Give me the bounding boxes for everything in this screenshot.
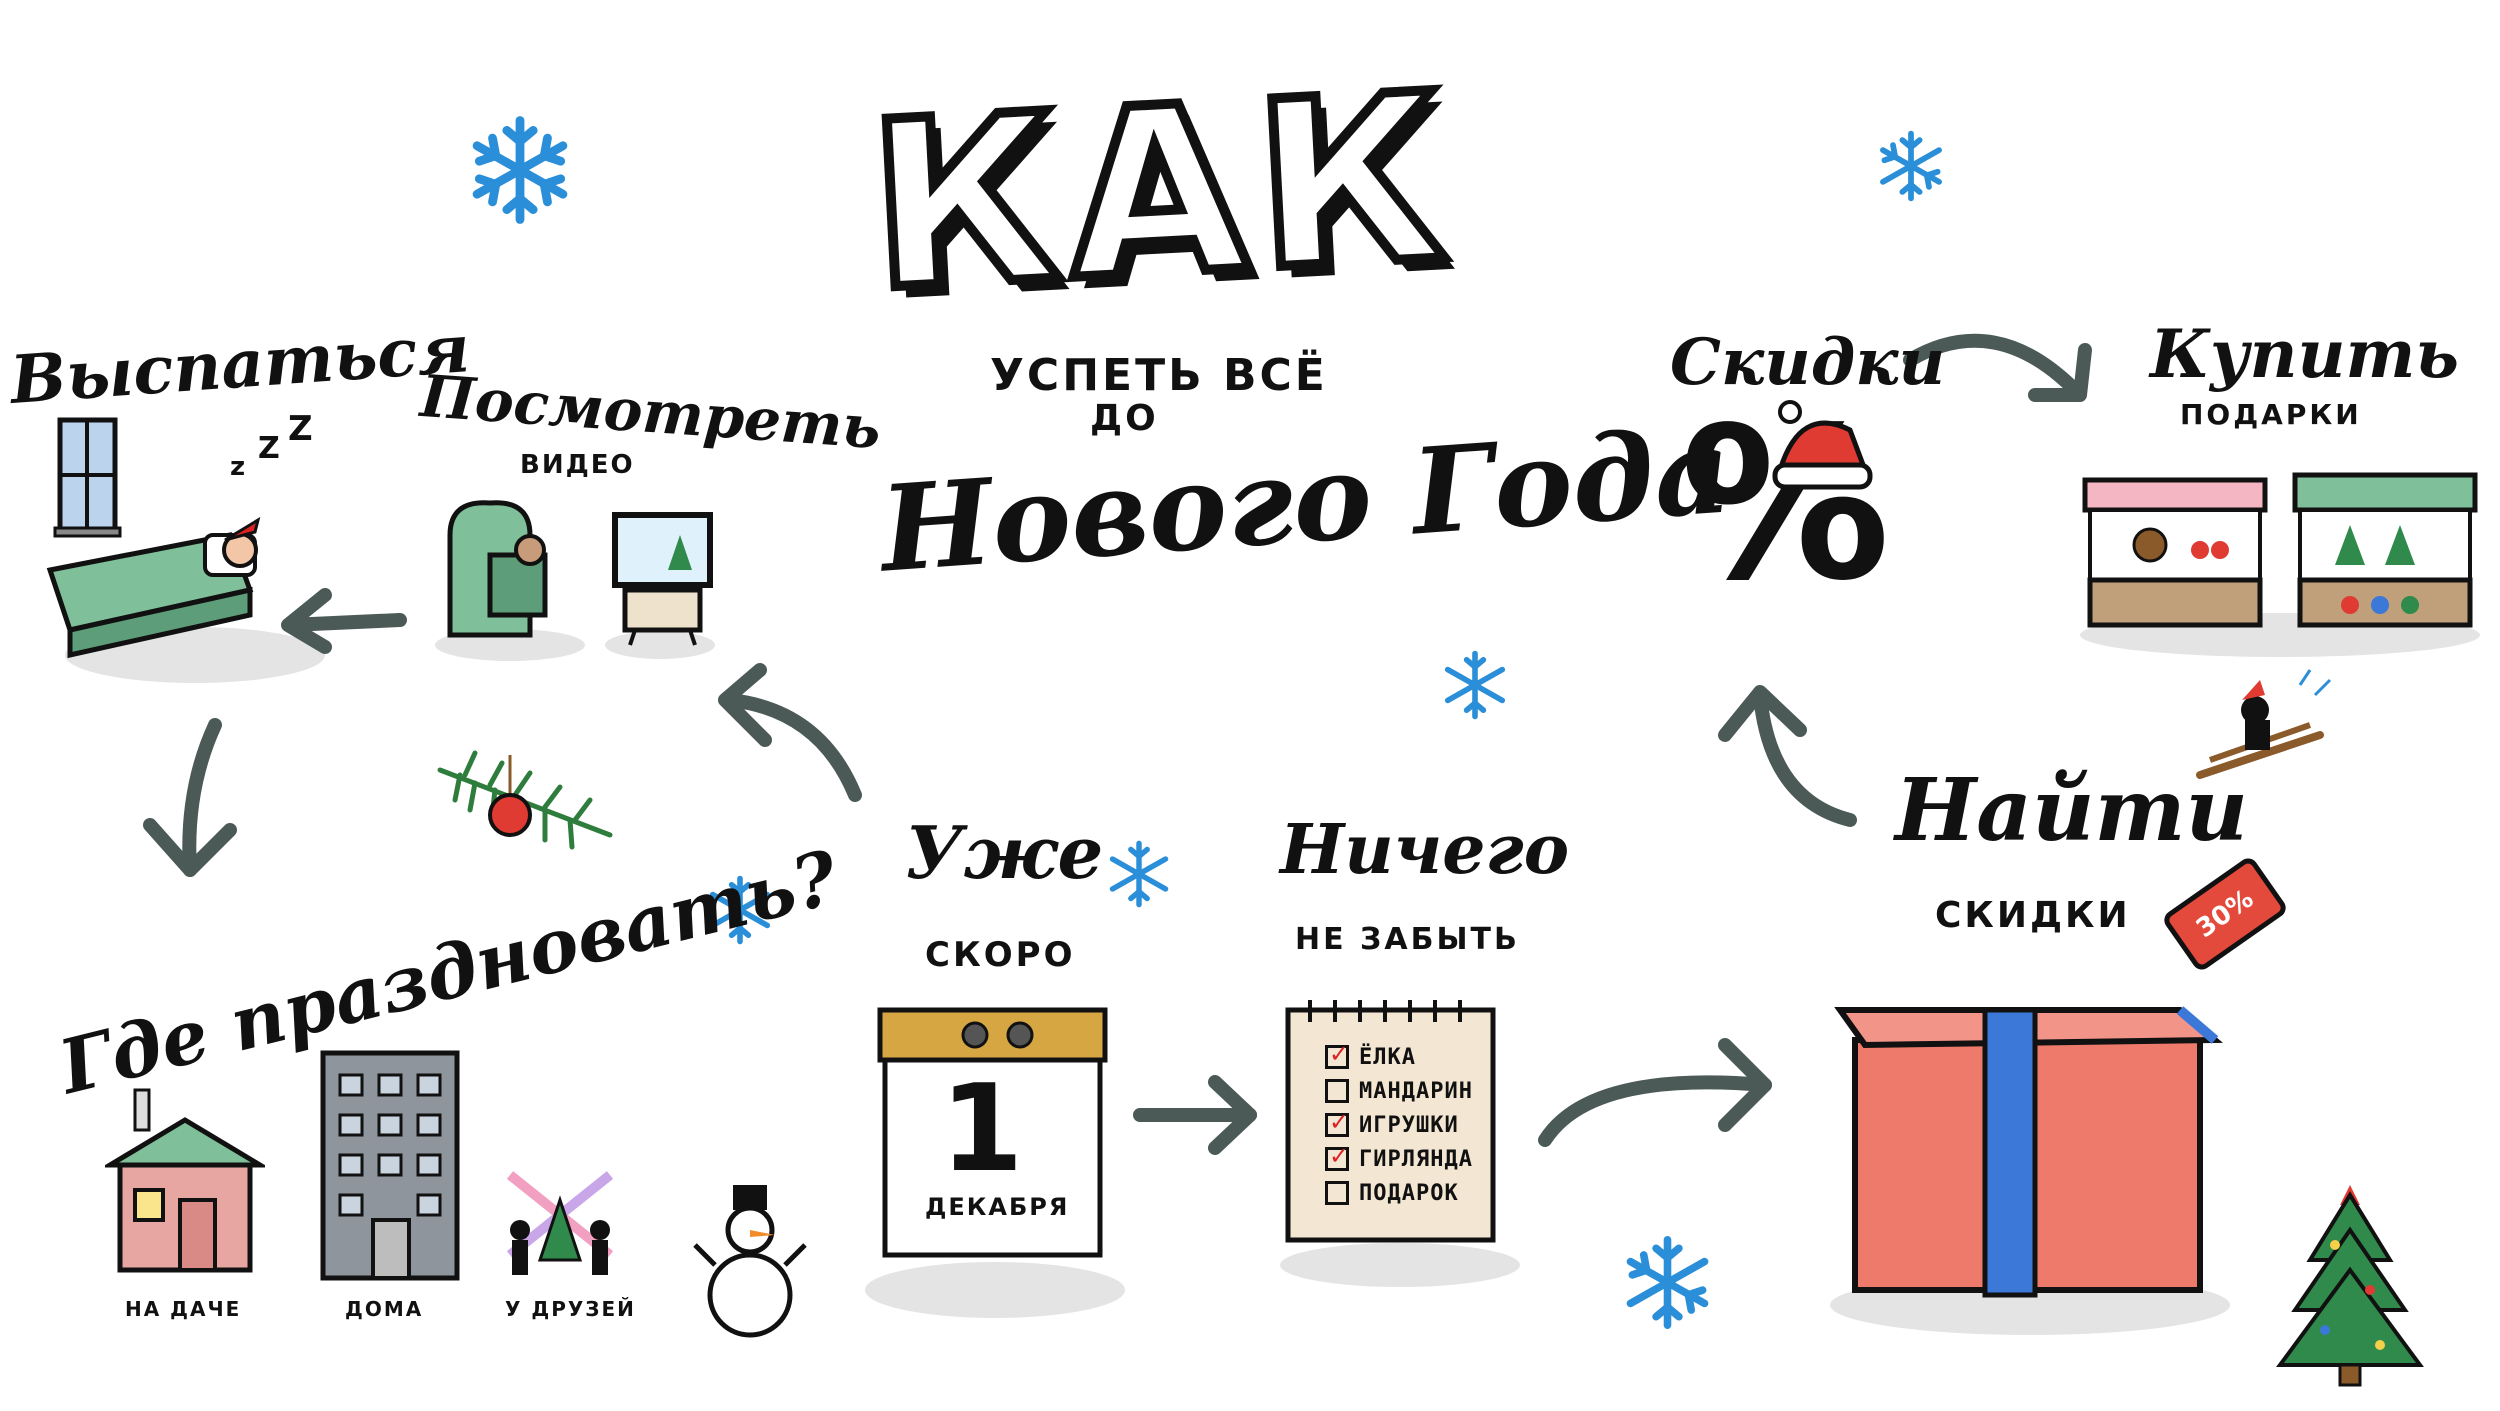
- checklist-item[interactable]: ✓ ИГРУШКИ: [1325, 1108, 1525, 1142]
- checklist-item[interactable]: ✓ ГИРЛЯНДА: [1325, 1142, 1525, 1176]
- checkbox-checked-icon: ✓: [1325, 1108, 1349, 1137]
- nothing-sublabel: НЕ ЗАБЫТЬ: [1295, 922, 1520, 957]
- arrow-icon: [1125, 1070, 1265, 1160]
- calendar-day: 1: [940, 1060, 1024, 1199]
- title-line-2: УСПЕТЬ ВСЁ: [990, 350, 1328, 401]
- svg-text:Z: Z: [288, 409, 313, 449]
- price-tag: 30%: [2160, 854, 2290, 974]
- price-tag-text: 30%: [2190, 883, 2260, 945]
- snowflake-icon: [1875, 130, 1947, 202]
- arrow-icon: [130, 710, 250, 890]
- checklist-item-label: ИГРУШКИ: [1359, 1112, 1459, 1138]
- arrow-icon: [1530, 1010, 1790, 1160]
- find-sublabel: СКИДКИ: [1935, 895, 2131, 936]
- svg-text:z: z: [230, 452, 245, 482]
- where-option-3: У ДРУЗЕЙ: [505, 1297, 636, 1321]
- party-friends-illustration: [495, 1160, 625, 1290]
- arrow-icon: [700, 660, 880, 810]
- checkbox-checked-icon: ✓: [1325, 1142, 1349, 1171]
- checkbox-empty-icon: [1325, 1181, 1349, 1205]
- buy-sublabel: ПОДАРКИ: [2180, 398, 2362, 431]
- market-stalls-illustration: [2070, 450, 2490, 660]
- soon-sublabel: СКОРО: [925, 935, 1076, 975]
- checklist-item[interactable]: ✓ ЁЛКА: [1325, 1040, 1525, 1074]
- where-option-2: ДОМА: [345, 1297, 424, 1321]
- video-label: Посмотреть: [418, 362, 883, 462]
- checklist-item[interactable]: ПОДАРОК: [1325, 1176, 1525, 1210]
- checklist-item[interactable]: МАНДАРИН: [1325, 1074, 1525, 1108]
- snowflake-icon: [1440, 650, 1510, 720]
- snowman-illustration: [690, 1185, 810, 1345]
- video-sublabel: ВИДЕО: [520, 450, 635, 480]
- buy-label: Купить: [2150, 315, 2459, 393]
- checkbox-empty-icon: [1325, 1079, 1349, 1103]
- title-main: КАК: [858, 40, 1465, 347]
- snowflake-icon: [465, 115, 575, 225]
- apartment-building-illustration: [315, 1045, 465, 1285]
- arrow-icon: [270, 575, 410, 655]
- arrow-icon: [1710, 670, 1870, 840]
- checkbox-checked-icon: ✓: [1325, 1040, 1349, 1069]
- fir-branch-ornament-icon: [430, 745, 620, 855]
- checklist-item-label: ПОДАРОК: [1359, 1180, 1459, 1206]
- soon-label: Уже: [905, 810, 1104, 895]
- checklist: ✓ ЁЛКА МАНДАРИН ✓ ИГРУШКИ ✓ ГИРЛЯНДА ПОД…: [1325, 1040, 1525, 1210]
- gift-box-illustration: [1820, 960, 2240, 1340]
- christmas-tree-illustration: [2270, 1170, 2430, 1390]
- snowflake-icon: [1105, 840, 1173, 908]
- nothing-label: Ничего: [1280, 810, 1570, 890]
- snowflake-icon: [1620, 1235, 1715, 1330]
- svg-text:Z: Z: [258, 431, 280, 466]
- calendar-month: ДЕКАБРЯ: [925, 1193, 1070, 1221]
- where-option-1: НА ДАЧЕ: [125, 1297, 242, 1321]
- sled-illustration: [2190, 665, 2340, 795]
- title-line-3: ДО: [1090, 398, 1159, 439]
- santa-hat-icon: [1770, 400, 1880, 500]
- dacha-house-illustration: [105, 1085, 265, 1285]
- checklist-item-label: МАНДАРИН: [1359, 1078, 1473, 1104]
- title-line-4: Нового Года: [876, 400, 1736, 599]
- checklist-item-label: ЁЛКА: [1359, 1044, 1416, 1070]
- armchair-tv-illustration: [430, 495, 730, 665]
- checklist-item-label: ГИРЛЯНДА: [1359, 1146, 1473, 1172]
